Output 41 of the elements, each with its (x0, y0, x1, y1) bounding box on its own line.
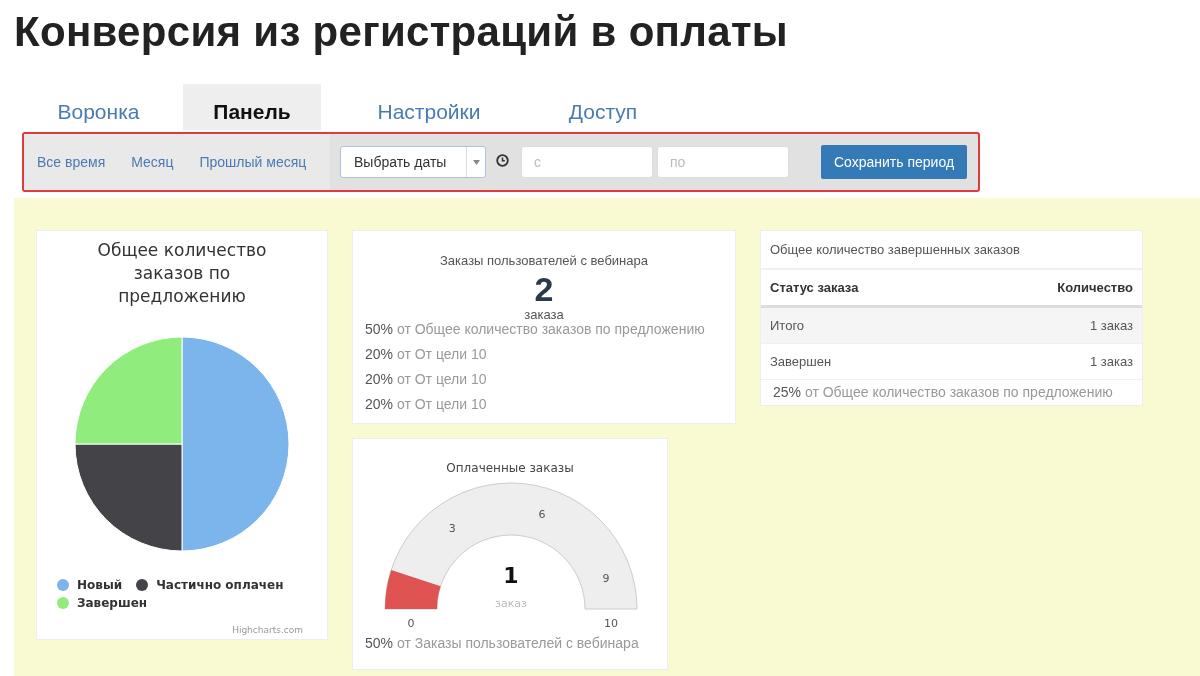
table-cell: Завершен (761, 343, 964, 380)
table-cell: 1 заказ (963, 306, 1142, 344)
tab[interactable]: Настройки (321, 84, 537, 130)
gauge-tick-label: 0 (407, 617, 415, 630)
page-title: Конверсия из регистраций в оплаты (13, 7, 789, 57)
tab[interactable]: Панель (183, 84, 321, 130)
share-text: 20% от От цели 10 (365, 346, 488, 362)
share-text: 25% от Общее количество заказов по предложению (772, 383, 1114, 402)
share-text: 20% от От цели 10 (365, 396, 488, 412)
period-link[interactable]: Все время (37, 154, 106, 170)
tab[interactable]: Воронка (14, 84, 183, 130)
date-to-field[interactable]: по (657, 146, 789, 178)
period-link[interactable]: Месяц (131, 154, 174, 170)
date-mode-dropdown[interactable]: Выбрать даты (340, 146, 486, 178)
tab[interactable]: Доступ (537, 84, 669, 130)
share-text: 50% от Общее количество заказов по предложению (365, 321, 706, 337)
date-from-field[interactable]: с (521, 146, 653, 178)
gauge-tick-label: 6 (538, 507, 546, 521)
share-text: 50% от Заказы пользователей с вебинара (365, 635, 640, 651)
credit-text: Highcharts.com (232, 625, 303, 635)
gauge-tick-label: 10 (604, 617, 618, 630)
share-text: 20% от От цели 10 (365, 371, 488, 387)
save-period-button[interactable]: Сохранить период (821, 145, 968, 179)
period-link[interactable]: Прошлый месяц (199, 154, 307, 170)
clock-icon (496, 154, 509, 167)
table-cell: Итого (761, 306, 964, 344)
card-title: Общее количество завершенных заказов (761, 231, 1142, 270)
chart-title: Общее количество заказов по предложению (96, 239, 268, 308)
legend-label: Новый (77, 578, 123, 592)
legend-label: Частично оплачен (156, 578, 284, 592)
gauge-tick-label: 9 (602, 572, 610, 586)
legend-label: Завершен (77, 596, 148, 610)
card-title: Оплаченные заказы (445, 461, 575, 475)
gauge-value: 1 (503, 563, 519, 588)
stat-value: 2 (533, 270, 555, 308)
table-cell: 1 заказ (963, 343, 1142, 380)
gauge-unit: заказ (495, 597, 527, 610)
gauge-tick-label: 3 (448, 522, 456, 536)
stat-unit: заказа (523, 308, 565, 321)
card-title: Заказы пользователей с вебинара (439, 253, 649, 268)
caret-icon (472, 159, 480, 165)
